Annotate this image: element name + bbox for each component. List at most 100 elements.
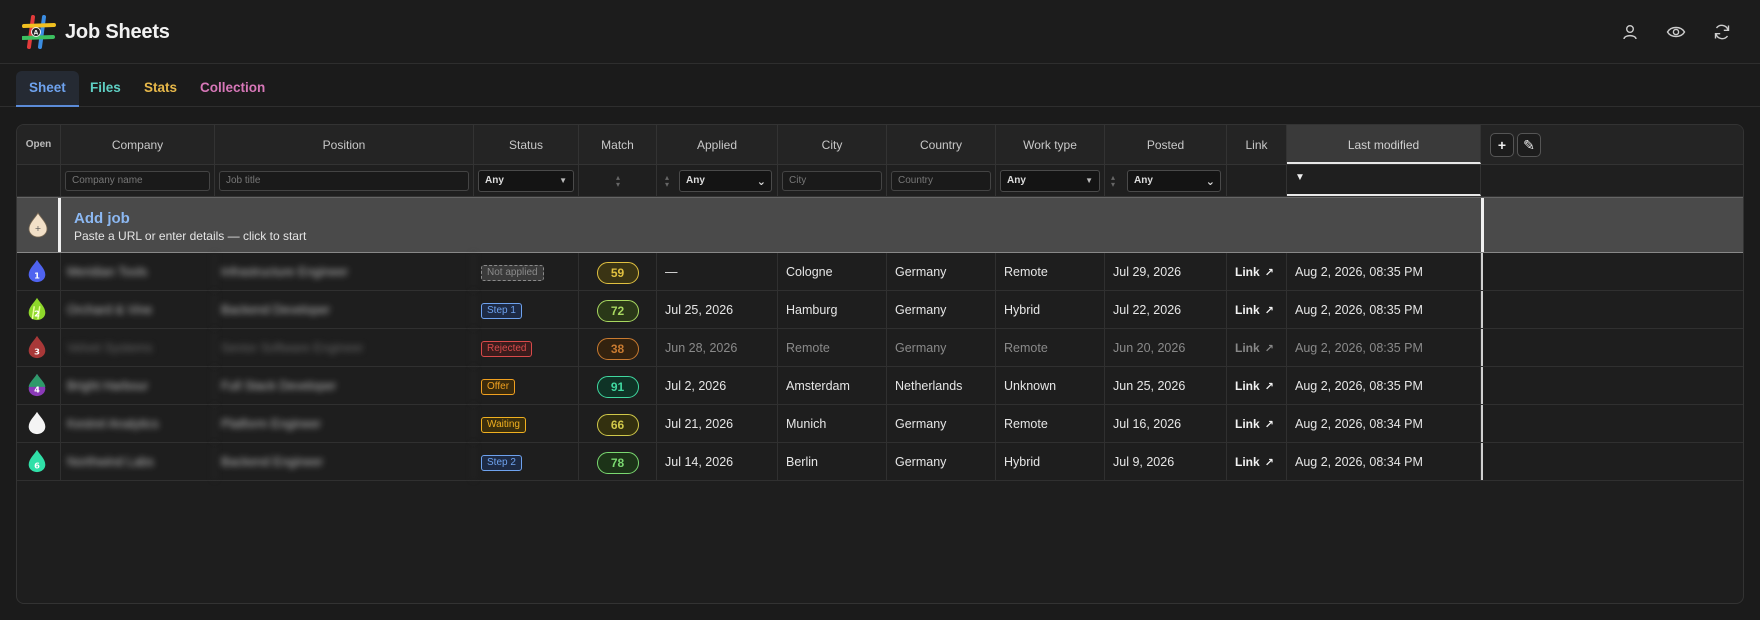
work-type-cell[interactable]: Remote [996,253,1105,290]
table-row[interactable]: 4 Bright Harbour Full Stack Developer Offer… [17,367,1743,405]
job-link[interactable]: Link ↗ [1235,455,1274,469]
work-type-cell[interactable]: Remote [996,405,1105,442]
add-column-button[interactable]: + [1490,133,1514,157]
open-job-cell[interactable]: 2 [17,291,61,328]
work-type-cell[interactable]: Hybrid [996,443,1105,480]
position-cell[interactable]: Backend Developer [215,291,474,328]
applied-cell[interactable]: Jul 14, 2026 [657,443,778,480]
job-link[interactable]: Link ↗ [1235,341,1274,355]
status-badge[interactable]: Rejected [481,340,533,357]
sort-arrows-icon[interactable]: ▴ ▾ [1109,174,1117,189]
company-filter-input[interactable]: Company name [65,171,210,191]
last-modified-cell[interactable]: Aug 2, 2026, 08:34 PM [1287,443,1481,480]
job-link[interactable]: Link ↗ [1235,379,1274,393]
column-header-position[interactable]: Position [215,125,474,164]
user-icon[interactable] [1620,22,1640,42]
posted-filter-select[interactable]: Any ⌄ [1127,170,1221,192]
refresh-icon[interactable] [1712,22,1732,42]
applied-cell[interactable]: Jun 28, 2026 [657,329,778,366]
status-cell[interactable]: Step 1 [474,291,579,328]
status-badge[interactable]: Not applied [481,264,544,281]
country-filter-input[interactable]: Country [891,171,991,191]
add-job-row[interactable]: + Add job Paste a URL or enter details —… [17,197,1743,253]
match-cell[interactable]: 38 [579,329,657,366]
last-modified-cell[interactable]: Aug 2, 2026, 08:34 PM [1287,405,1481,442]
posted-cell[interactable]: Jun 20, 2026 [1105,329,1227,366]
sort-descending-icon[interactable]: ▼ [1295,172,1305,183]
company-cell[interactable]: Kestrel Analytics [61,405,215,442]
country-cell[interactable]: Netherlands [887,367,996,404]
tab-sheet[interactable]: Sheet [16,71,79,107]
status-badge[interactable]: Waiting [481,416,526,433]
position-filter-input[interactable]: Job title [219,171,469,191]
posted-cell[interactable]: Jul 16, 2026 [1105,405,1227,442]
company-cell[interactable]: Orchard & Vine [61,291,215,328]
job-link[interactable]: Link ↗ [1235,417,1274,431]
applied-cell[interactable]: Jul 21, 2026 [657,405,778,442]
tab-stats[interactable]: Stats [131,71,190,107]
city-cell[interactable]: Amsterdam [778,367,887,404]
hash-logo-icon[interactable]: A [22,15,56,49]
job-status-drop-icon[interactable] [25,411,49,435]
column-header-posted[interactable]: Posted [1105,125,1227,164]
city-cell[interactable]: Cologne [778,253,887,290]
country-cell[interactable]: Germany [887,253,996,290]
country-cell[interactable]: Germany [887,405,996,442]
status-filter-select[interactable]: Any ▼ [478,170,574,192]
city-cell[interactable]: Munich [778,405,887,442]
job-status-drop-icon[interactable]: 4 [25,373,49,397]
status-badge[interactable]: Offer [481,378,516,395]
open-job-cell[interactable]: 4 [17,367,61,404]
position-cell[interactable]: Platform Engineer [215,405,474,442]
table-row[interactable]: 2 Orchard & Vine Backend Developer Step 1 72… [17,291,1743,329]
position-cell[interactable]: Full Stack Developer [215,367,474,404]
sort-arrows-icon[interactable]: ▴ ▾ [614,174,622,189]
status-badge[interactable]: Step 2 [481,454,522,471]
match-cell[interactable]: 72 [579,291,657,328]
work-type-cell[interactable]: Remote [996,329,1105,366]
company-cell[interactable]: Velvet Systems [61,329,215,366]
position-cell[interactable]: Infrastructure Engineer [215,253,474,290]
column-header-city[interactable]: City [778,125,887,164]
city-filter-input[interactable]: City [782,171,882,191]
table-row[interactable]: 6 Northwind Labs Backend Engineer Step 2 78 J… [17,443,1743,481]
position-cell[interactable]: Senior Software Engineer [215,329,474,366]
last-modified-cell[interactable]: Aug 2, 2026, 08:35 PM [1287,367,1481,404]
city-cell[interactable]: Remote [778,329,887,366]
match-cell[interactable]: 91 [579,367,657,404]
city-cell[interactable]: Hamburg [778,291,887,328]
status-cell[interactable]: Not applied [474,253,579,290]
tab-collection[interactable]: Collection [187,71,278,107]
open-job-cell[interactable]: 3 [17,329,61,366]
table-row[interactable]: 1 Meridian Tools Infrastructure Engineer No… [17,253,1743,291]
tab-files[interactable]: Files [77,71,134,107]
country-cell[interactable]: Germany [887,291,996,328]
eye-icon[interactable] [1666,22,1686,42]
table-row[interactable]: Kestrel Analytics Platform Engineer Waitin… [17,405,1743,443]
status-badge[interactable]: Step 1 [481,302,522,319]
job-status-drop-icon[interactable]: 1 [25,259,49,283]
applied-cell[interactable]: — [657,253,778,290]
table-row[interactable]: 3 Velvet Systems Senior Software Engineer R… [17,329,1743,367]
applied-cell[interactable]: Jul 2, 2026 [657,367,778,404]
match-cell[interactable]: 59 [579,253,657,290]
posted-cell[interactable]: Jul 29, 2026 [1105,253,1227,290]
column-header-last-modified[interactable]: Last modified [1287,125,1481,164]
last-modified-cell[interactable]: Aug 2, 2026, 08:35 PM [1287,329,1481,366]
column-header-status[interactable]: Status [474,125,579,164]
status-cell[interactable]: Offer [474,367,579,404]
column-header-match[interactable]: Match [579,125,657,164]
work-type-cell[interactable]: Unknown [996,367,1105,404]
column-header-country[interactable]: Country [887,125,996,164]
city-cell[interactable]: Berlin [778,443,887,480]
open-job-cell[interactable] [17,405,61,442]
job-status-drop-icon[interactable]: 3 [25,335,49,359]
company-cell[interactable]: Bright Harbour [61,367,215,404]
column-header-work-type[interactable]: Work type [996,125,1105,164]
country-cell[interactable]: Germany [887,443,996,480]
open-job-cell[interactable]: 6 [17,443,61,480]
status-cell[interactable]: Rejected [474,329,579,366]
applied-filter-select[interactable]: Any ⌄ [679,170,772,192]
position-cell[interactable]: Backend Engineer [215,443,474,480]
work-type-cell[interactable]: Hybrid [996,291,1105,328]
